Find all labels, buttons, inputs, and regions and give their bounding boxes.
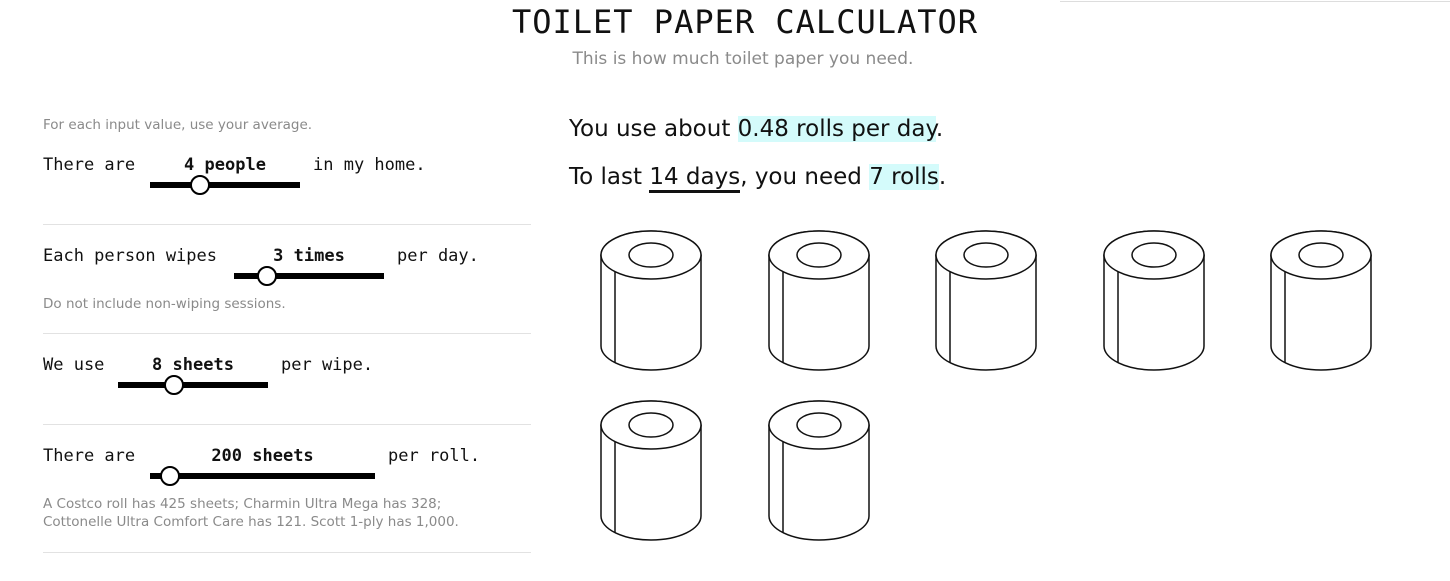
wipes-suffix: per day.: [397, 246, 479, 266]
sheets-per-roll-slider-thumb[interactable]: [160, 466, 181, 486]
toilet-paper-roll-icon: [766, 228, 872, 374]
wipes-value: 3 times: [273, 246, 345, 266]
sheets-per-wipe-prefix: We use: [43, 355, 105, 375]
rolls-grid: [598, 228, 1398, 558]
divider: [43, 333, 531, 334]
toilet-paper-roll-icon: [598, 228, 704, 374]
intro-hint: For each input value, use your average.: [43, 117, 313, 133]
sheets-per-wipe-slider-thumb[interactable]: [163, 375, 184, 395]
sheets-per-roll-note: A Costco roll has 425 sheets; Charmin Ul…: [43, 496, 459, 530]
people-suffix: in my home.: [313, 155, 426, 175]
sheets-per-roll-suffix: per roll.: [388, 446, 481, 466]
people-prefix: There are: [43, 155, 136, 175]
people-value: 4 people: [184, 155, 266, 175]
wipes-slider-thumb[interactable]: [257, 266, 277, 286]
wipes-note: Do not include non-wiping sessions.: [43, 296, 286, 312]
toilet-paper-roll-icon: [933, 228, 1039, 374]
people-slider[interactable]: [150, 175, 300, 195]
need-mid: , you need: [740, 164, 870, 190]
top-rule: [1060, 1, 1450, 2]
page-title: TOILET PAPER CALCULATOR: [511, 3, 979, 41]
wipes-slider[interactable]: [234, 266, 384, 286]
toilet-paper-roll-icon: [1268, 228, 1374, 374]
sheets-per-wipe-value: 8 sheets: [152, 355, 234, 375]
usage-prefix: You use about: [569, 116, 738, 142]
toilet-paper-roll-icon: [766, 398, 872, 544]
sheets-per-roll-slider[interactable]: [150, 466, 375, 486]
need-result: To last 14 days, you need 7 rolls.: [569, 164, 947, 193]
rolls-needed-highlight: 7 rolls: [869, 164, 939, 190]
need-prefix: To last: [569, 164, 650, 190]
sheets-per-roll-value: 200 sheets: [211, 446, 314, 466]
people-slider-thumb[interactable]: [189, 175, 210, 195]
toilet-paper-roll-icon: [598, 398, 704, 544]
need-suffix: .: [938, 164, 947, 190]
usage-result: You use about 0.48 rolls per day.: [569, 116, 943, 142]
sheets-per-roll-prefix: There are: [43, 446, 136, 466]
usage-suffix: .: [935, 116, 944, 142]
days-selector[interactable]: 14 days: [649, 164, 741, 193]
sheets-per-wipe-slider[interactable]: [118, 375, 268, 395]
divider: [43, 424, 531, 425]
page-subtitle: This is how much toilet paper you need.: [572, 49, 914, 69]
rolls-per-day-highlight: 0.48 rolls per day: [737, 116, 936, 142]
wipes-prefix: Each person wipes: [43, 246, 217, 266]
divider: [43, 224, 531, 225]
divider: [43, 552, 531, 553]
toilet-paper-roll-icon: [1101, 228, 1207, 374]
sheets-per-wipe-suffix: per wipe.: [281, 355, 374, 375]
